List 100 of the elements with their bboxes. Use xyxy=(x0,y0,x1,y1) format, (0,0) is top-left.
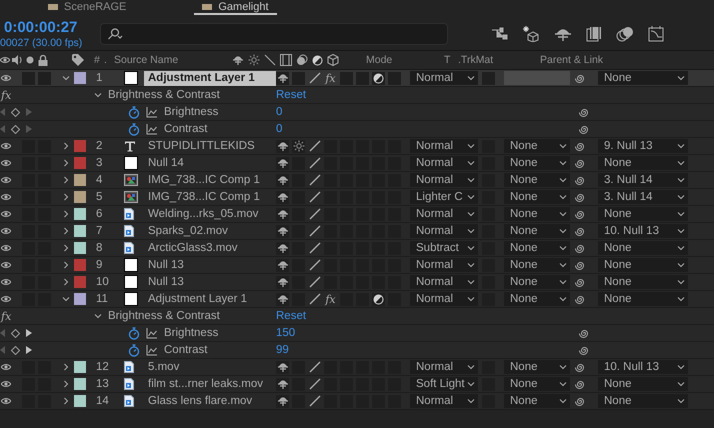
parent-dropdown[interactable]: None xyxy=(598,241,688,255)
eye-icon[interactable] xyxy=(1,261,11,269)
chevron-icon[interactable] xyxy=(62,278,70,286)
spiral-icon[interactable] xyxy=(574,396,585,406)
switch-slot[interactable] xyxy=(372,72,385,84)
switch-slot[interactable] xyxy=(292,72,305,84)
graph-icon[interactable] xyxy=(146,344,158,356)
parent-dropdown[interactable]: 3. Null 14 xyxy=(598,173,688,187)
label-swatch[interactable] xyxy=(74,157,86,169)
mode-dropdown[interactable]: Normal xyxy=(410,258,478,272)
switch-slot[interactable] xyxy=(276,258,289,272)
mode-dropdown[interactable]: Normal xyxy=(410,394,478,408)
label-swatch[interactable] xyxy=(74,225,86,237)
eye-icon[interactable] xyxy=(1,176,11,184)
switch-slot[interactable] xyxy=(276,156,289,170)
switch-slot[interactable] xyxy=(308,140,321,152)
switch-slot[interactable] xyxy=(276,174,289,186)
layer-name[interactable]: Null 13 xyxy=(144,274,188,290)
switch-slot[interactable] xyxy=(308,360,321,374)
layer-name[interactable]: 5.mov xyxy=(144,360,184,374)
switch-slot[interactable] xyxy=(276,292,289,306)
mode-dropdown[interactable]: Normal xyxy=(410,292,478,306)
column-header[interactable]: # xyxy=(94,54,104,66)
spiral-icon[interactable] xyxy=(574,158,585,168)
layer-name[interactable]: STUPIDLITTLEKIDS xyxy=(144,138,259,154)
parent-dropdown[interactable]: 9. Null 13 xyxy=(598,139,688,153)
switch-slot[interactable] xyxy=(308,258,321,272)
layer-name[interactable]: Sparks_02.mov xyxy=(144,224,232,238)
column-header[interactable]: T xyxy=(444,54,458,66)
chevron-icon[interactable] xyxy=(62,74,70,82)
spiral-icon[interactable] xyxy=(574,260,585,270)
spiral-icon[interactable] xyxy=(574,208,585,220)
spiral-icon[interactable] xyxy=(574,378,585,390)
eye-icon[interactable] xyxy=(1,159,11,167)
previous-keyframe-icon[interactable] xyxy=(0,346,5,354)
switch-slot[interactable] xyxy=(308,378,321,390)
composition-tab[interactable]: SceneRAGE xyxy=(40,0,134,15)
mode-dropdown[interactable]: Normal xyxy=(410,275,478,289)
mode-dropdown[interactable]: Subtract xyxy=(410,241,478,255)
switch-slot[interactable] xyxy=(276,208,289,220)
column-header[interactable]: .TrkMat xyxy=(458,54,540,66)
switch-slot[interactable] xyxy=(308,174,321,186)
switch-slot[interactable] xyxy=(276,190,289,204)
column-header[interactable]: Mode xyxy=(366,54,444,66)
spiral-icon[interactable] xyxy=(578,106,589,118)
search-field[interactable] xyxy=(100,22,448,44)
layer-name[interactable]: IMG_738...IC Comp 1 xyxy=(144,172,264,188)
sparkle-cube-icon[interactable] xyxy=(522,26,540,42)
chevron-icon[interactable] xyxy=(62,261,70,269)
switch-slot[interactable] xyxy=(308,72,321,84)
label-swatch[interactable] xyxy=(74,259,86,271)
switch-slot[interactable] xyxy=(308,276,321,288)
switch-slot[interactable] xyxy=(308,156,321,170)
stopwatch-icon[interactable] xyxy=(128,122,140,136)
switch-slot[interactable] xyxy=(340,72,353,84)
track-matte-dropdown[interactable]: None xyxy=(504,360,570,374)
label-swatch[interactable] xyxy=(74,293,86,305)
track-matte-dropdown[interactable]: None xyxy=(504,258,570,272)
mode-dropdown[interactable]: Normal xyxy=(410,139,478,153)
eye-icon[interactable] xyxy=(1,210,11,218)
spiral-icon[interactable] xyxy=(574,72,585,84)
mode-dropdown[interactable]: Lighter C xyxy=(410,190,478,204)
next-keyframe-icon[interactable] xyxy=(26,329,32,337)
layer-name[interactable]: Adjustment Layer 1 xyxy=(144,70,276,86)
parent-dropdown[interactable]: None xyxy=(598,394,688,408)
switch-slot[interactable] xyxy=(276,360,289,374)
spiral-icon[interactable] xyxy=(578,328,589,338)
chevron-icon[interactable] xyxy=(62,363,70,371)
track-matte-dropdown[interactable]: None xyxy=(504,156,570,170)
spiral-icon[interactable] xyxy=(574,294,585,304)
switch-slot[interactable] xyxy=(308,394,321,408)
previous-keyframe-icon[interactable] xyxy=(0,125,5,133)
column-header[interactable]: . xyxy=(104,54,114,66)
track-matte-dropdown[interactable]: None xyxy=(504,139,570,153)
chevron-icon[interactable] xyxy=(62,244,70,252)
parent-dropdown[interactable]: None xyxy=(598,207,688,221)
stopwatch-icon[interactable] xyxy=(128,344,140,356)
previous-keyframe-icon[interactable] xyxy=(0,329,5,337)
label-swatch[interactable] xyxy=(74,174,86,186)
label-swatch[interactable] xyxy=(74,72,86,84)
parent-dropdown[interactable]: None xyxy=(598,292,688,306)
eye-icon[interactable] xyxy=(1,193,11,201)
layer-name[interactable]: IMG_738...IC Comp 1 xyxy=(144,190,264,204)
spiral-icon[interactable] xyxy=(574,276,585,288)
layer-name[interactable]: Welding...rks_05.mov xyxy=(144,206,262,222)
label-swatch[interactable] xyxy=(74,395,86,407)
eye-icon[interactable] xyxy=(1,227,11,235)
track-matte-dropdown[interactable]: None xyxy=(504,241,570,255)
label-swatch[interactable] xyxy=(74,140,86,152)
mode-dropdown[interactable]: Normal xyxy=(410,207,478,221)
graph-icon[interactable] xyxy=(146,124,158,134)
spiral-icon[interactable] xyxy=(574,226,585,236)
track-matte-dropdown[interactable]: None xyxy=(504,377,570,391)
layer-name[interactable]: Adjustment Layer 1 xyxy=(144,292,252,306)
layer-name[interactable]: Glass lens flare.mov xyxy=(144,394,256,408)
lock-box[interactable] xyxy=(38,72,51,84)
property-value[interactable]: 0 xyxy=(276,123,578,135)
stopwatch-icon[interactable] xyxy=(128,106,140,118)
label-swatch[interactable] xyxy=(74,191,86,203)
chevron-icon[interactable] xyxy=(62,159,70,167)
